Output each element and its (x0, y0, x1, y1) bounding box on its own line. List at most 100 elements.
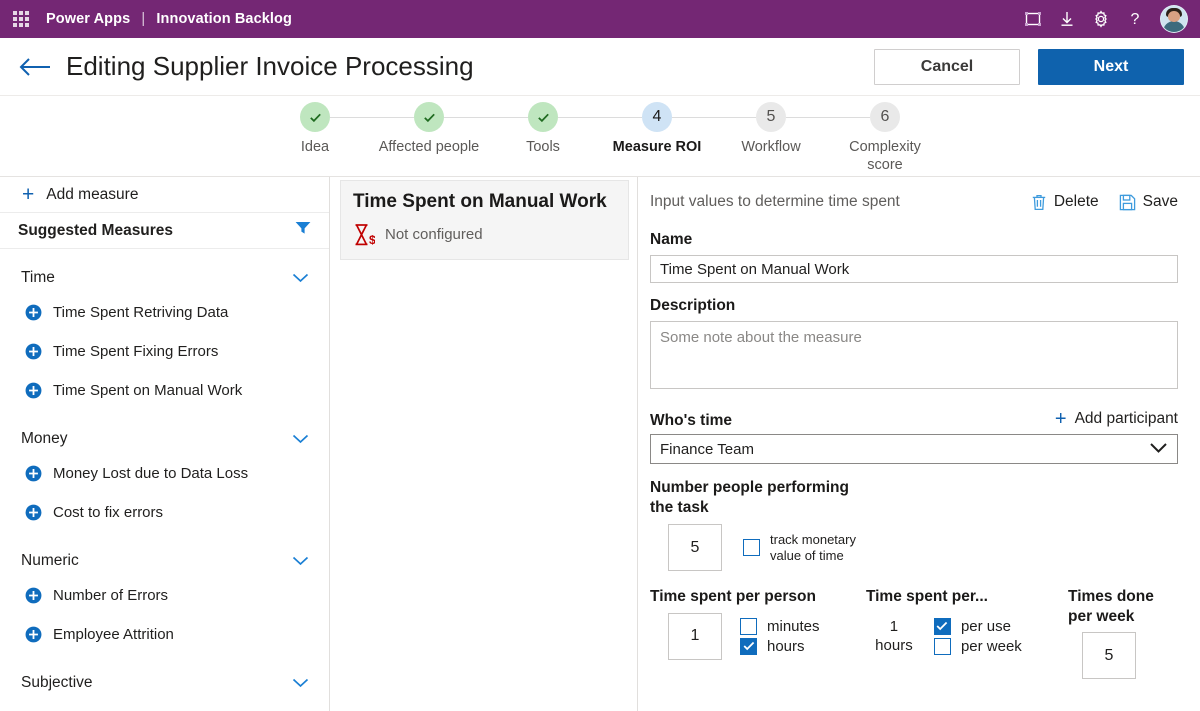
suite-brand[interactable]: Power Apps | Innovation Backlog (46, 11, 292, 27)
step-complexity-score[interactable]: 6 Complexity score (828, 102, 942, 174)
measure-label: Number of Errors (53, 587, 168, 604)
name-field-label: Name (650, 231, 1178, 249)
add-participant-label: Add participant (1075, 410, 1178, 428)
whos-time-select-wrap: Finance Team (650, 434, 1178, 464)
group-header-subjective[interactable]: Subjective (0, 668, 329, 698)
times-done-controls (1068, 632, 1178, 679)
add-circle-icon (25, 626, 42, 643)
step-connector (828, 117, 870, 118)
minutes-checkbox-row[interactable]: minutes (740, 618, 820, 635)
command-bar: Editing Supplier Invoice Processing Canc… (0, 38, 1200, 96)
step-bubble: 4 (642, 102, 672, 132)
group-name: Subjective (21, 674, 292, 692)
group-header-money[interactable]: Money (0, 424, 329, 454)
time-unit-options: minutes hours (740, 615, 820, 658)
measure-item-employee-attrition[interactable]: Employee Attrition (0, 615, 329, 654)
step-connector (372, 117, 414, 118)
track-monetary-checkbox[interactable] (743, 539, 760, 556)
measure-card-title: Time Spent on Manual Work (353, 191, 616, 214)
add-circle-icon (25, 504, 42, 521)
step-connector (330, 117, 372, 118)
time-spent-per-amount: 1 (866, 617, 922, 637)
name-input[interactable] (650, 255, 1178, 283)
check-icon (743, 641, 755, 651)
brand-separator: | (141, 11, 145, 27)
back-arrow-icon[interactable] (18, 50, 58, 84)
number-people-input[interactable] (668, 524, 722, 571)
brand-label: Power Apps (46, 11, 130, 27)
per-use-checkbox[interactable] (934, 618, 951, 635)
download-icon[interactable] (1050, 0, 1084, 38)
user-avatar[interactable] (1160, 5, 1188, 33)
measure-item-money-lost-due-to-data-loss[interactable]: Money Lost due to Data Loss (0, 454, 329, 493)
add-circle-icon (25, 343, 42, 360)
step-tools[interactable]: Tools (486, 102, 600, 157)
time-spent-per-unit: hours (866, 636, 922, 656)
times-done-input[interactable] (1082, 632, 1136, 679)
next-button[interactable]: Next (1038, 49, 1184, 85)
hourglass-dollar-icon: $ (353, 223, 375, 247)
step-bubble: 6 (870, 102, 900, 132)
step-connector (600, 117, 642, 118)
number-people-label: Number people performing the task (650, 478, 850, 517)
step-bubble (414, 102, 444, 132)
step-measure-roi[interactable]: 4 Measure ROI (600, 102, 714, 157)
description-input[interactable] (650, 321, 1178, 389)
time-spent-per-label: Time spent per... (866, 587, 1068, 607)
add-circle-icon (25, 465, 42, 482)
trash-icon (1031, 194, 1047, 211)
save-icon (1119, 194, 1136, 211)
minutes-checkbox[interactable] (740, 618, 757, 635)
waffle-grid-icon[interactable] (6, 4, 36, 34)
step-affected-people[interactable]: Affected people (372, 102, 486, 157)
whos-time-row: Who's time + Add participant (650, 398, 1178, 434)
step-label: Idea (301, 139, 329, 157)
measure-details-pane: Input values to determine time spent Del… (638, 177, 1200, 711)
gear-icon[interactable] (1084, 0, 1118, 38)
cancel-button[interactable]: Cancel (874, 49, 1020, 85)
measure-item-number-of-errors[interactable]: Number of Errors (0, 576, 329, 615)
step-bubble (528, 102, 558, 132)
track-monetary-checkbox-row[interactable]: track monetary value of time (743, 532, 866, 563)
time-per-person-input[interactable] (668, 613, 722, 660)
measure-item-time-spent-fixing-errors[interactable]: Time Spent Fixing Errors (0, 332, 329, 371)
measure-item-cost-to-fix-errors[interactable]: Cost to fix errors (0, 493, 329, 532)
group-name: Numeric (21, 552, 292, 570)
hours-checkbox-row[interactable]: hours (740, 638, 820, 655)
add-measure-button[interactable]: + Add measure (0, 177, 329, 213)
delete-button[interactable]: Delete (1031, 193, 1099, 211)
help-icon[interactable]: ? (1118, 0, 1152, 38)
stepper-list: Idea Affected people Tools 4 Measure ROI (258, 102, 942, 176)
save-label: Save (1143, 193, 1178, 211)
per-week-checkbox-row[interactable]: per week (934, 638, 1022, 655)
measure-card[interactable]: Time Spent on Manual Work $ Not configur… (340, 180, 629, 260)
per-week-checkbox[interactable] (934, 638, 951, 655)
step-label: Workflow (741, 139, 800, 157)
measure-label: Time Spent on Manual Work (53, 382, 242, 399)
filter-icon[interactable] (295, 221, 311, 240)
group-header-time[interactable]: Time (0, 263, 329, 293)
time-spent-per-value: 1 hours (866, 617, 922, 656)
group-header-numeric[interactable]: Numeric (0, 546, 329, 576)
add-circle-icon (25, 382, 42, 399)
whos-time-select[interactable]: Finance Team (650, 434, 1178, 464)
track-monetary-label: track monetary value of time (770, 532, 866, 563)
step-idea[interactable]: Idea (258, 102, 372, 157)
time-controls-row: Time spent per person minutes (650, 587, 1178, 679)
save-button[interactable]: Save (1119, 193, 1178, 211)
per-use-checkbox-row[interactable]: per use (934, 618, 1022, 635)
measure-item-time-spent-retriving-data[interactable]: Time Spent Retriving Data (0, 293, 329, 332)
measure-item-time-spent-on-manual-work[interactable]: Time Spent on Manual Work (0, 371, 329, 410)
step-workflow[interactable]: 5 Workflow (714, 102, 828, 157)
measure-group-money: Money Money Lost due to Data Loss Cost t… (0, 424, 329, 532)
suite-header: Power Apps | Innovation Backlog ? (0, 0, 1200, 38)
step-connector (714, 117, 756, 118)
times-done-label: Times done per week (1068, 587, 1178, 626)
add-participant-button[interactable]: + Add participant (1055, 409, 1178, 429)
main-content: + Add measure Suggested Measures Time Ti… (0, 177, 1200, 711)
frame-icon[interactable] (1016, 0, 1050, 38)
description-field-label: Description (650, 297, 1178, 315)
per-week-label: per week (961, 638, 1022, 655)
measure-label: Time Spent Fixing Errors (53, 343, 218, 360)
hours-checkbox[interactable] (740, 638, 757, 655)
